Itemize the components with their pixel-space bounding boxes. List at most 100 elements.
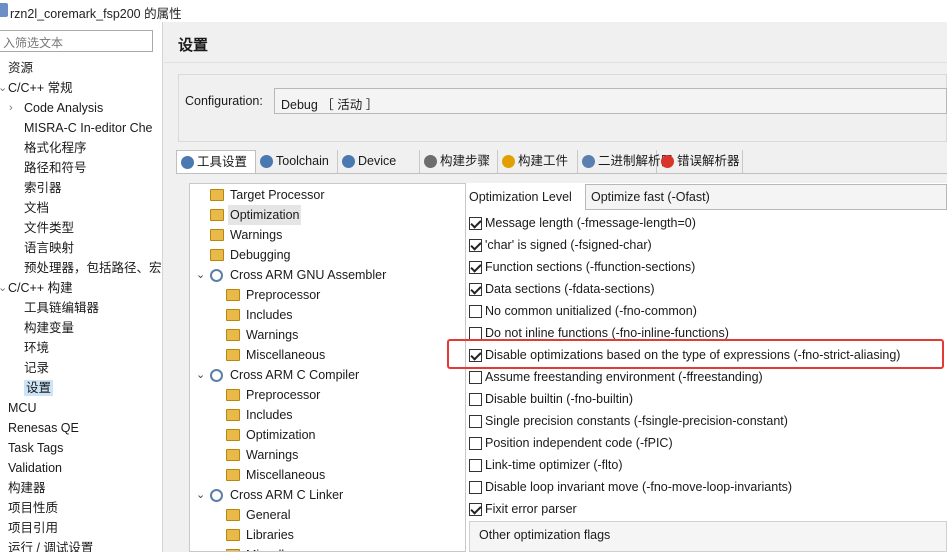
tree-item-label: Miscellaneous <box>246 348 326 362</box>
chevron-down-icon[interactable]: ⌄ <box>0 278 8 298</box>
folder-icon <box>226 469 240 481</box>
nav-item[interactable]: › Code Analysis <box>0 98 162 118</box>
tab-device[interactable]: Device <box>338 150 420 174</box>
tab-binary-parser[interactable]: 二进制解析器 <box>578 150 673 174</box>
folder-icon <box>226 329 240 341</box>
tab-toolchain[interactable]: Toolchain <box>256 150 338 174</box>
nav-item[interactable]: 构建变量 <box>0 318 162 338</box>
option-checkbox[interactable] <box>469 437 482 450</box>
nav-item[interactable]: Validation <box>0 458 162 478</box>
nav-item[interactable]: 工具链编辑器 <box>0 298 162 318</box>
folder-icon <box>226 509 240 521</box>
option-checkbox[interactable] <box>469 393 482 406</box>
tab-label: 构建步骤 <box>440 154 491 168</box>
folder-icon <box>226 289 240 301</box>
nav-item[interactable]: Renesas QE <box>0 418 162 438</box>
nav-item-label: 文件类型 <box>24 221 75 235</box>
nav-item[interactable]: 项目性质 <box>0 498 162 518</box>
option-label: Disable builtin (-fno-builtin) <box>485 392 633 406</box>
window-titlebar: rzn2l_coremark_fsp200 的属性 <box>0 0 947 22</box>
tree-item-label: Warnings <box>246 448 299 462</box>
nav-item-label: Validation <box>8 461 62 475</box>
configuration-select[interactable]: Debug ［ 活动 ］ <box>274 88 947 114</box>
nav-item[interactable]: 环境 <box>0 338 162 358</box>
folder-icon <box>226 349 240 361</box>
nav-item[interactable]: MISRA-C In-editor Che <box>0 118 162 138</box>
nav-item[interactable]: 预处理器，包括路径、宏 <box>0 258 162 278</box>
tree-item-label: Cross ARM GNU Assembler <box>230 268 387 282</box>
chevron-down-icon[interactable]: ⌄ <box>0 78 8 98</box>
option-checkbox[interactable] <box>469 305 482 318</box>
tool-settings-icon <box>181 156 194 169</box>
app-icon <box>0 3 8 17</box>
nav-item-label: 格式化程序 <box>24 141 87 155</box>
tree-item-label: Warnings <box>230 228 283 242</box>
tab-divider <box>176 173 947 174</box>
tab-label: Device <box>358 154 397 168</box>
tree-item-label: General <box>246 508 291 522</box>
option-checkbox[interactable] <box>469 239 482 252</box>
toolchain-icon <box>260 155 273 168</box>
nav-item[interactable]: 记录 <box>0 358 162 378</box>
folder-icon <box>226 429 240 441</box>
nav-item[interactable]: MCU <box>0 398 162 418</box>
folder-icon <box>226 389 240 401</box>
nav-item[interactable]: 项目引用 <box>0 518 162 538</box>
nav-item[interactable]: 设置 <box>0 378 162 398</box>
tab-build-artifact[interactable]: 构建工件 <box>498 150 578 174</box>
option-checkbox[interactable] <box>469 415 482 428</box>
folder-icon <box>226 409 240 421</box>
nav-item-label: 记录 <box>24 361 50 375</box>
nav-item[interactable]: 格式化程序 <box>0 138 162 158</box>
nav-item[interactable]: 路径和符号 <box>0 158 162 178</box>
nav-item[interactable]: 资源 <box>0 58 162 78</box>
tab-error-parser[interactable]: 错误解析器 <box>657 150 743 174</box>
tree-item-label: Debugging <box>230 248 291 262</box>
chevron-down-icon[interactable]: ⌄ <box>196 365 206 385</box>
nav-item[interactable]: 构建器 <box>0 478 162 498</box>
option-checkbox[interactable] <box>469 261 482 274</box>
nav-item-label: MCU <box>8 401 37 415</box>
optimization-level-select[interactable]: Optimize fast (-Ofast) <box>585 184 947 210</box>
nav-item[interactable]: 文件类型 <box>0 218 162 238</box>
page-title: 设置 <box>178 37 209 54</box>
nav-item[interactable]: 运行 / 调试设置 <box>0 538 162 552</box>
nav-item-label: 构建变量 <box>24 321 75 335</box>
tree-item-label: Preprocessor <box>246 288 321 302</box>
tab-label: 错误解析器 <box>677 154 740 168</box>
nav-item[interactable]: 文档 <box>0 198 162 218</box>
tab-tool-settings[interactable]: 工具设置 <box>176 150 256 174</box>
nav-item-label: 项目性质 <box>8 501 59 515</box>
other-optimization-flags-field[interactable]: Other optimization flags <box>469 521 947 552</box>
nav-item-label: 语言映射 <box>24 241 75 255</box>
configuration-value: Debug ［ 活动 ］ <box>281 98 379 112</box>
nav-item-label: Task Tags <box>8 441 64 455</box>
filter-input[interactable]: 入筛选文本 <box>0 30 153 52</box>
tree-item-label: Preprocessor <box>246 388 321 402</box>
option-checkbox[interactable] <box>469 459 482 472</box>
nav-item[interactable]: ⌄C/C++ 常规 <box>0 78 162 98</box>
nav-item[interactable]: Task Tags <box>0 438 162 458</box>
nav-item[interactable]: 索引器 <box>0 178 162 198</box>
chevron-down-icon[interactable]: ⌄ <box>196 265 206 285</box>
option-checkbox[interactable] <box>469 283 482 296</box>
tree-item-label: Target Processor <box>230 188 325 202</box>
nav-item-label: Renesas QE <box>8 421 79 435</box>
nav-item[interactable]: 语言映射 <box>0 238 162 258</box>
nav-item[interactable]: ⌄C/C++ 构建 <box>0 278 162 298</box>
tree-item-label: Warnings <box>246 328 299 342</box>
chevron-down-icon[interactable]: ⌄ <box>196 485 206 505</box>
nav-item-label: 构建器 <box>8 481 46 495</box>
chevron-right-icon[interactable]: › <box>9 98 19 118</box>
nav-tree: 资源⌄C/C++ 常规›Code AnalysisMISRA-C In-edit… <box>0 58 162 552</box>
tab-label: 工具设置 <box>197 155 248 169</box>
nav-item-label: 预处理器，包括路径、宏 <box>24 261 162 275</box>
nav-item-label: C/C++ 构建 <box>8 281 73 295</box>
gear-icon <box>210 489 223 502</box>
option-checkbox[interactable] <box>469 481 482 494</box>
option-checkbox[interactable] <box>469 217 482 230</box>
option-checkbox[interactable] <box>469 503 482 516</box>
option-label: Function sections (-ffunction-sections) <box>485 260 696 274</box>
tab-build-steps[interactable]: 构建步骤 <box>420 150 498 174</box>
option-checkbox[interactable] <box>469 371 482 384</box>
